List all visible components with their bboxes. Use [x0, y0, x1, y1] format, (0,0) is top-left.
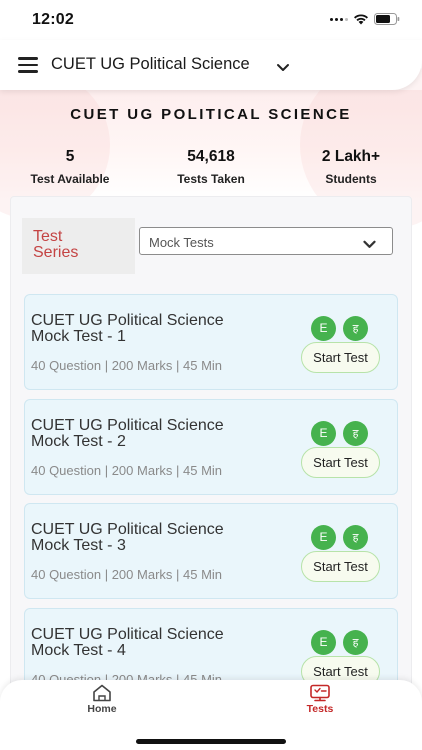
status-icons — [330, 13, 400, 25]
course-title[interactable]: CUET UG Political Science — [51, 55, 250, 74]
language-hindi-badge[interactable]: ह — [343, 421, 368, 446]
language-english-badge[interactable]: E — [311, 421, 336, 446]
home-indicator-area — [0, 720, 422, 750]
wifi-icon — [353, 13, 369, 25]
language-english-badge[interactable]: E — [311, 630, 336, 655]
language-hindi-badge[interactable]: ह — [343, 316, 368, 341]
start-test-button[interactable]: Start Test — [301, 342, 380, 373]
app-header: CUET UG Political Science — [0, 40, 422, 90]
test-meta: 40 Question | 200 Marks | 45 Min — [31, 567, 223, 582]
test-type-select-value: Mock Tests — [149, 235, 214, 250]
home-icon — [62, 684, 142, 702]
test-title: CUET UG Political Science Mock Test - 1 — [31, 312, 224, 345]
start-test-button[interactable]: Start Test — [301, 551, 380, 582]
hamburger-menu-icon[interactable] — [18, 57, 38, 73]
stat-value: 2 Lakh+ — [321, 148, 381, 165]
test-card[interactable]: CUET UG Political Science Mock Test - 2 … — [24, 399, 398, 495]
stat-value: 5 — [65, 148, 75, 165]
nav-tests[interactable]: Tests — [280, 684, 360, 715]
start-test-button[interactable]: Start Test — [301, 447, 380, 478]
stat-label: Test Available — [30, 172, 110, 186]
stat-tests-taken: 54,618 Tests Taken — [141, 148, 281, 186]
battery-icon — [374, 13, 400, 25]
stat-label: Students — [325, 172, 377, 186]
status-time: 12:02 — [32, 11, 74, 28]
nav-home-label: Home — [87, 703, 117, 715]
cellular-signal-icon — [330, 17, 348, 21]
test-meta: 40 Question | 200 Marks | 45 Min — [31, 358, 223, 373]
bottom-nav: Home Tests — [0, 680, 422, 720]
hero-title: CUET UG POLITICAL SCIENCE — [70, 106, 352, 123]
test-meta: 40 Question | 200 Marks | 45 Min — [31, 463, 223, 478]
chevron-down-icon — [363, 236, 376, 254]
hero-banner: CUET UG POLITICAL SCIENCE 5 Test Availab… — [0, 60, 422, 230]
test-title: CUET UG Political Science Mock Test - 3 — [31, 521, 224, 554]
language-hindi-badge[interactable]: ह — [343, 630, 368, 655]
test-series-label: Test Series — [22, 218, 135, 274]
test-title: CUET UG Political Science Mock Test - 2 — [31, 417, 224, 450]
language-english-badge[interactable]: E — [311, 316, 336, 341]
stat-students: 2 Lakh+ Students — [281, 148, 421, 186]
chevron-down-icon[interactable] — [276, 59, 290, 77]
test-card[interactable]: CUET UG Political Science Mock Test - 1 … — [24, 294, 398, 390]
language-english-badge[interactable]: E — [311, 525, 336, 550]
stat-label: Tests Taken — [177, 172, 245, 186]
test-title: CUET UG Political Science Mock Test - 4 — [31, 626, 224, 659]
test-card[interactable]: CUET UG Political Science Mock Test - 3 … — [24, 503, 398, 599]
language-hindi-badge[interactable]: ह — [343, 525, 368, 550]
nav-tests-label: Tests — [306, 703, 334, 715]
stat-value: 54,618 — [187, 148, 235, 165]
nav-home[interactable]: Home — [62, 684, 142, 715]
tests-icon — [280, 684, 360, 702]
test-type-select[interactable]: Mock Tests — [139, 227, 393, 255]
status-bar: 12:02 — [0, 0, 422, 40]
home-indicator[interactable] — [136, 739, 286, 744]
stat-tests-available: 5 Test Available — [0, 148, 140, 186]
